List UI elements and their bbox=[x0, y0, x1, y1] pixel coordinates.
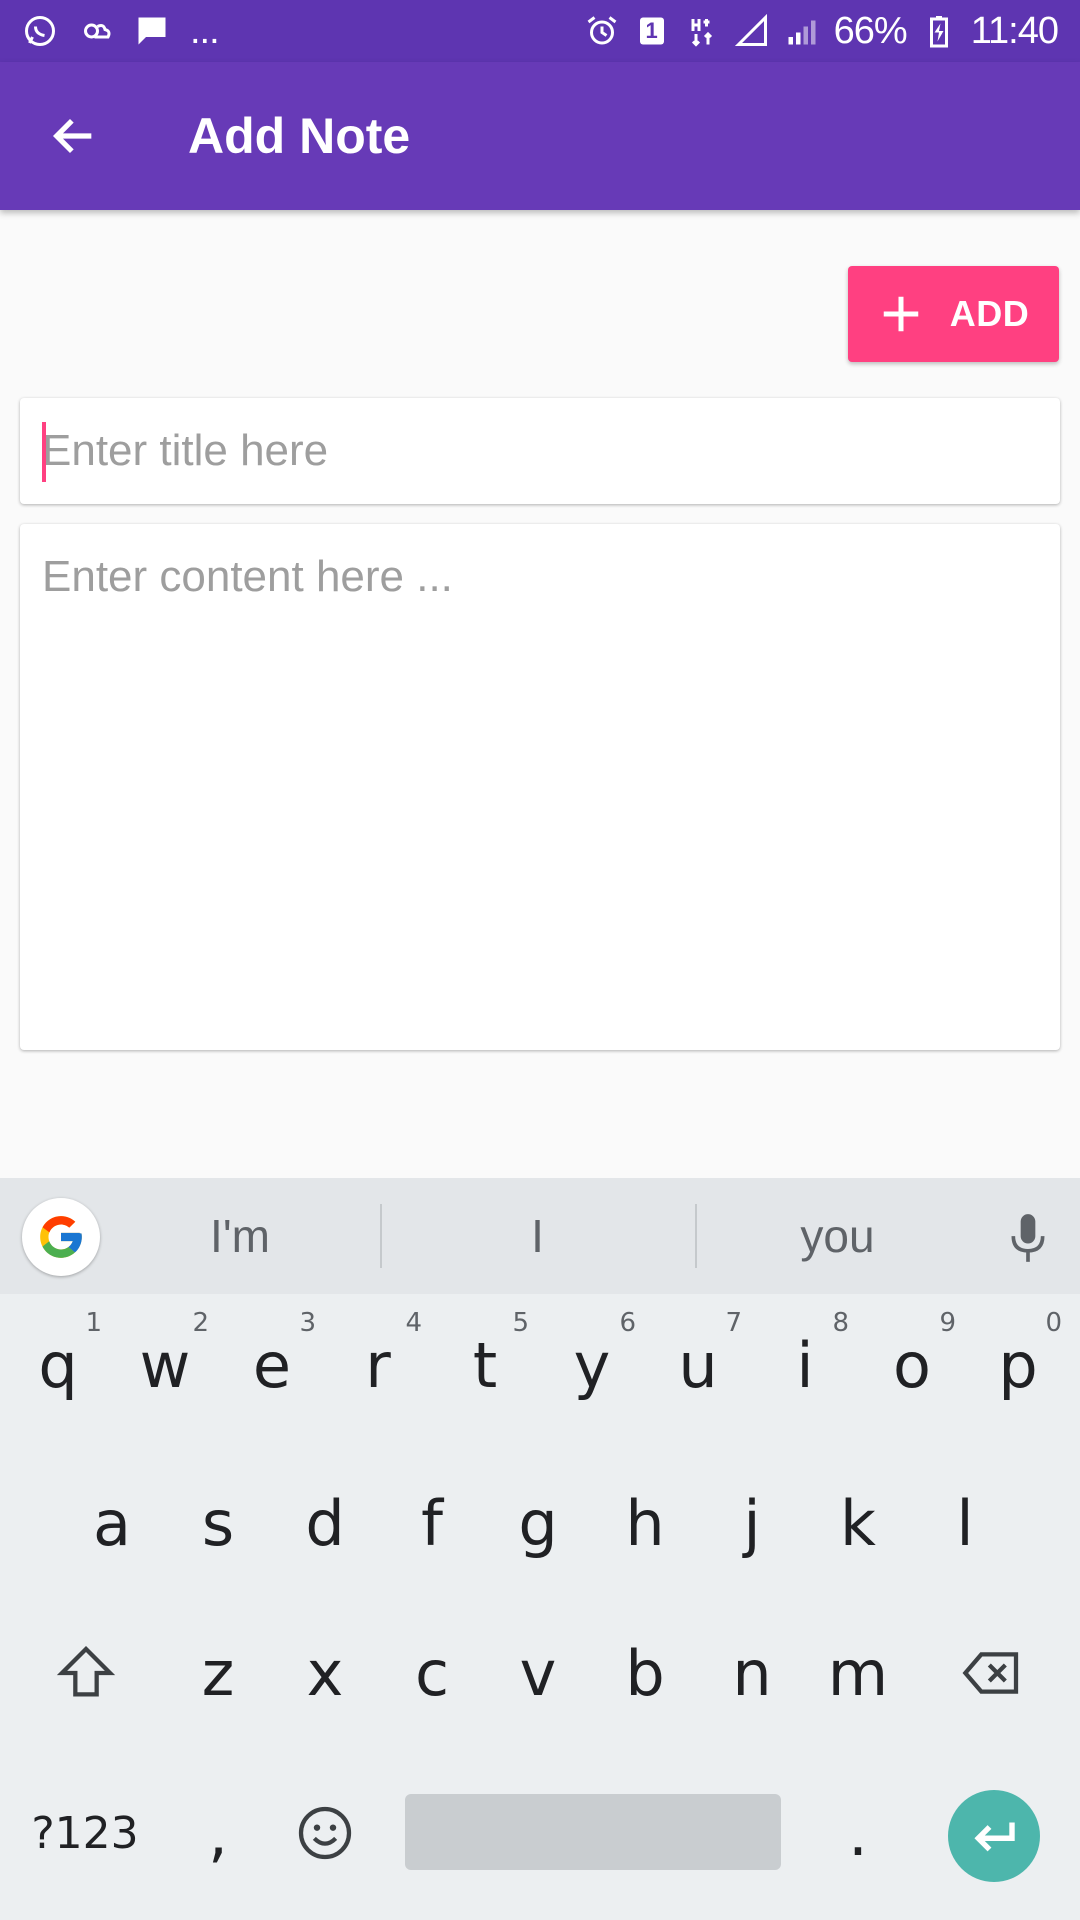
clock: 11:40 bbox=[970, 9, 1059, 52]
suggestion-1[interactable]: I'm bbox=[120, 1178, 360, 1294]
key-l[interactable]: l bbox=[915, 1458, 1015, 1588]
enter-icon bbox=[974, 1822, 1015, 1852]
key-d[interactable]: d bbox=[275, 1458, 375, 1588]
key-w[interactable]: w2 bbox=[115, 1300, 215, 1430]
key-g[interactable]: g bbox=[488, 1458, 588, 1588]
backspace-key[interactable] bbox=[942, 1608, 1042, 1738]
arrow-back-icon bbox=[52, 118, 92, 154]
text-caret bbox=[42, 422, 46, 482]
add-button-label: ADD bbox=[949, 293, 1030, 334]
key-a[interactable]: a bbox=[62, 1458, 162, 1588]
key-n[interactable]: n bbox=[702, 1608, 802, 1738]
mic-button[interactable] bbox=[1002, 1208, 1054, 1268]
key-e[interactable]: e3 bbox=[222, 1300, 322, 1430]
key-p[interactable]: p0 bbox=[968, 1300, 1068, 1430]
key-z[interactable]: z bbox=[168, 1608, 268, 1738]
sim-label: 1 bbox=[645, 18, 658, 43]
key-r[interactable]: r4 bbox=[328, 1300, 428, 1430]
enter-key[interactable] bbox=[948, 1790, 1040, 1882]
key-y[interactable]: y6 bbox=[542, 1300, 642, 1430]
more-notifications: ... bbox=[190, 9, 220, 52]
status-bar: ... 1 66% 11:40 bbox=[0, 0, 1080, 62]
battery-percent: 66% bbox=[833, 9, 908, 52]
alarm-icon bbox=[584, 13, 620, 49]
key-v[interactable]: v bbox=[488, 1608, 588, 1738]
emoji-icon bbox=[298, 1806, 352, 1860]
data-icon bbox=[684, 13, 720, 49]
content-input[interactable] bbox=[42, 552, 1042, 1032]
key-u[interactable]: u7 bbox=[648, 1300, 748, 1430]
title-input[interactable] bbox=[42, 398, 1042, 504]
emoji-key[interactable] bbox=[275, 1768, 375, 1898]
key-i[interactable]: i8 bbox=[755, 1300, 855, 1430]
page-title: Add Note bbox=[188, 108, 411, 164]
key-c[interactable]: c bbox=[382, 1608, 482, 1738]
google-button[interactable] bbox=[22, 1198, 100, 1276]
shift-key[interactable] bbox=[36, 1608, 136, 1738]
key-b[interactable]: b bbox=[595, 1608, 695, 1738]
battery-icon bbox=[921, 13, 957, 49]
key-s[interactable]: s bbox=[168, 1458, 268, 1588]
key-h[interactable]: h bbox=[595, 1458, 695, 1588]
message-icon bbox=[134, 13, 170, 49]
whatsapp-icon bbox=[22, 13, 58, 49]
period-key[interactable]: . bbox=[808, 1768, 908, 1898]
key-q[interactable]: q1 bbox=[8, 1300, 108, 1430]
shift-icon bbox=[56, 1645, 116, 1697]
key-k[interactable]: k bbox=[808, 1458, 908, 1588]
soft-keyboard: I'm I you q1 w2 e3 r4 t5 y6 u7 i8 o9 p0 … bbox=[0, 1178, 1080, 1920]
signal-icon bbox=[734, 13, 770, 49]
space-key[interactable] bbox=[405, 1794, 781, 1870]
microphone-icon bbox=[1011, 1214, 1045, 1262]
suggestion-3[interactable]: you bbox=[720, 1178, 955, 1294]
title-card bbox=[20, 398, 1060, 504]
suggestion-2[interactable]: I bbox=[420, 1178, 655, 1294]
key-o[interactable]: o9 bbox=[862, 1300, 962, 1430]
plus-icon bbox=[883, 296, 918, 332]
suggestion-divider bbox=[380, 1204, 382, 1268]
signal-weak-icon bbox=[784, 13, 820, 49]
suggestion-divider bbox=[695, 1204, 697, 1268]
google-g-icon bbox=[40, 1216, 82, 1258]
key-f[interactable]: f bbox=[382, 1458, 482, 1588]
key-j[interactable]: j bbox=[702, 1458, 802, 1588]
symbols-key[interactable]: ?123 bbox=[20, 1768, 150, 1898]
comma-key[interactable]: , bbox=[168, 1768, 268, 1898]
add-button[interactable]: ADD bbox=[848, 266, 1059, 362]
backspace-icon bbox=[962, 1652, 1019, 1694]
suggestion-bar: I'm I you bbox=[0, 1178, 1080, 1294]
key-m[interactable]: m bbox=[808, 1608, 908, 1738]
weather-icon bbox=[78, 13, 114, 49]
sim-icon: 1 bbox=[634, 13, 670, 49]
key-x[interactable]: x bbox=[275, 1608, 375, 1738]
status-left-icons: ... bbox=[22, 9, 220, 53]
status-right-icons: 1 66% 11:40 bbox=[584, 9, 1059, 53]
app-bar: Add Note bbox=[0, 62, 1080, 210]
content-card bbox=[20, 524, 1060, 1050]
key-t[interactable]: t5 bbox=[435, 1300, 535, 1430]
back-button[interactable] bbox=[34, 96, 114, 176]
